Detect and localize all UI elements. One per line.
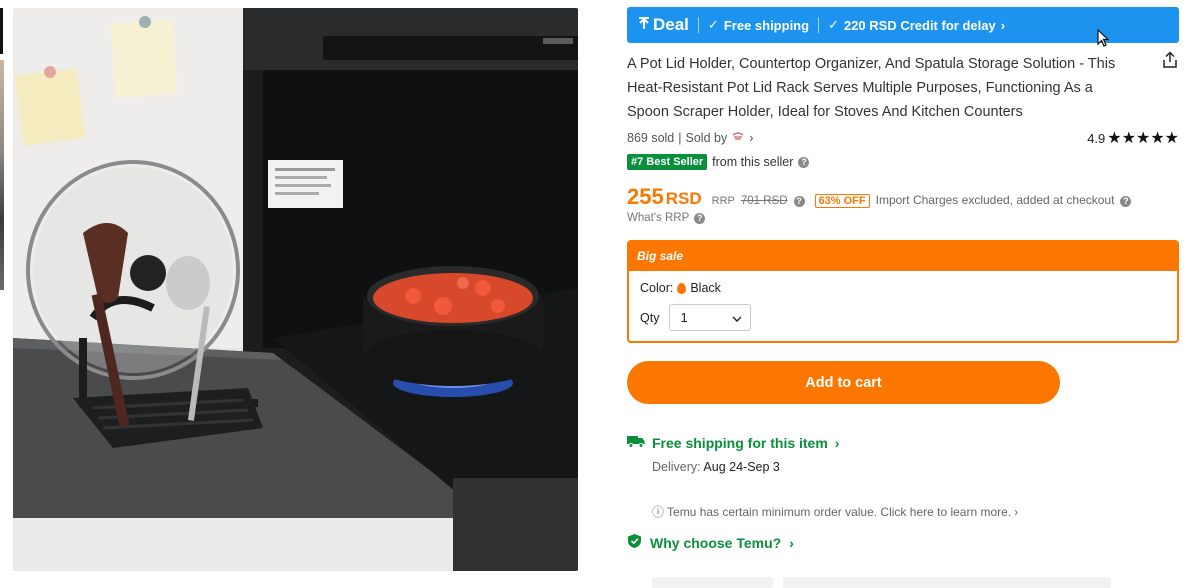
rrp-help-icon[interactable]: ? (793, 195, 805, 207)
product-title: A Pot Lid Holder, Countertop Organizer, … (627, 56, 1116, 120)
price-amount: 255 (627, 184, 664, 209)
delivery-info: Delivery: Aug 24-Sep 3 (652, 460, 1179, 474)
product-details: Deal ✓ Free shipping ✓ 220 RSD Credit fo… (627, 7, 1179, 552)
free-shipping-tag: ✓ Free shipping (708, 17, 809, 33)
mouse-cursor-icon (1097, 29, 1110, 47)
why-choose-link[interactable]: Why choose Temu? › (627, 533, 1179, 552)
big-sale-header: Big sale (629, 242, 1177, 271)
color-value: Black (690, 281, 721, 295)
free-shipping-text: Free shipping (723, 17, 810, 33)
price: 255 RSD (627, 184, 702, 210)
rrp-label: RRP (711, 195, 735, 207)
rating[interactable]: 4.9 ★★★★★ (1087, 128, 1179, 148)
check-icon: ✓ (707, 17, 719, 32)
product-image[interactable] (13, 8, 578, 571)
chevron-right-icon[interactable]: › (749, 131, 753, 145)
big-sale-box: Big sale Color: Black Qty 1 (627, 240, 1179, 343)
meta-row: 869 sold | Sold by › 4.9 ★★★★★ (627, 128, 1179, 148)
share-icon[interactable] (1161, 51, 1179, 74)
free-shipping-link[interactable]: Free shipping for this item › (627, 434, 1179, 451)
truck-icon (627, 434, 645, 451)
feature-card-2[interactable] (783, 577, 1111, 588)
deal-label: Deal (637, 15, 689, 35)
shield-check-icon (627, 533, 642, 552)
credit-link[interactable]: ✓ 220 RSD Credit for delay › (828, 17, 1005, 33)
whats-rrp-help-icon: ? (694, 212, 706, 224)
price-row: 255 RSD RRP 701 RSD ? 63% OFF Import Char… (627, 184, 1179, 210)
help-icon[interactable]: ? (798, 156, 810, 168)
meta-divider: | (678, 131, 682, 145)
whats-rrp-text: What's RRP (627, 212, 690, 224)
seller-row: #7 Best Seller from this seller ? (627, 154, 1179, 170)
whats-rrp[interactable]: What's RRP ? (627, 212, 1179, 224)
color-label: Color: (640, 281, 674, 295)
deal-divider-2 (818, 17, 820, 33)
best-seller-badge: #7 Best Seller (627, 154, 708, 170)
qty-select[interactable]: 1 (669, 304, 752, 331)
qty-label: Qty (640, 310, 660, 325)
chevron-right-icon: › (1000, 17, 1006, 33)
deal-divider (697, 17, 699, 33)
price-currency: RSD (665, 189, 702, 208)
qty-row: Qty 1 (640, 304, 1167, 331)
add-to-cart-button[interactable]: Add to cart (627, 361, 1060, 404)
delivery-dates: Aug 24-Sep 3 (703, 460, 780, 474)
sales-info: 869 sold | Sold by › (627, 131, 753, 146)
import-note: Import Charges excluded, added at checko… (875, 193, 1115, 207)
info-icon: ⓘ (652, 505, 665, 519)
import-help-icon[interactable]: ? (1120, 195, 1132, 207)
rrp-value: 701 RSD (740, 195, 788, 207)
variant-options: Color: Black Qty 1 (629, 271, 1177, 341)
discount-badge: 63% OFF (814, 194, 870, 208)
qty-value: 1 (680, 310, 688, 325)
delivery-label: Delivery: (652, 460, 701, 474)
chevron-right-icon: › (1014, 504, 1019, 519)
thumbnail-edge[interactable] (0, 8, 3, 54)
arrow-down-icon (637, 15, 651, 35)
feature-card[interactable] (652, 577, 773, 588)
chevron-right-icon: › (789, 534, 794, 551)
color-swatch-icon (677, 282, 687, 294)
credit-text: 220 RSD Credit for delay (843, 17, 996, 33)
sold-count: 869 sold (627, 131, 675, 145)
chevron-down-icon (732, 310, 742, 325)
seller-text: from this seller (712, 155, 794, 169)
chevron-right-icon: › (834, 434, 840, 451)
color-option[interactable]: Color: Black (640, 281, 1167, 295)
why-choose-text: Why choose Temu? (650, 534, 782, 551)
free-shipping-label: Free shipping for this item (652, 434, 828, 451)
check-icon-2: ✓ (828, 17, 839, 32)
min-order-link[interactable]: ⓘ Temu has certain minimum order value. … (652, 503, 1179, 520)
sold-by-label: Sold by (685, 131, 728, 145)
store-icon[interactable] (731, 131, 745, 146)
star-icons: ★★★★★ (1107, 130, 1179, 147)
rating-value: 4.9 (1087, 130, 1106, 146)
min-order-text: Temu has certain minimum order value. Cl… (667, 504, 1012, 519)
thumbnail-edge-2[interactable] (0, 60, 4, 290)
deal-text: Deal (653, 15, 689, 34)
